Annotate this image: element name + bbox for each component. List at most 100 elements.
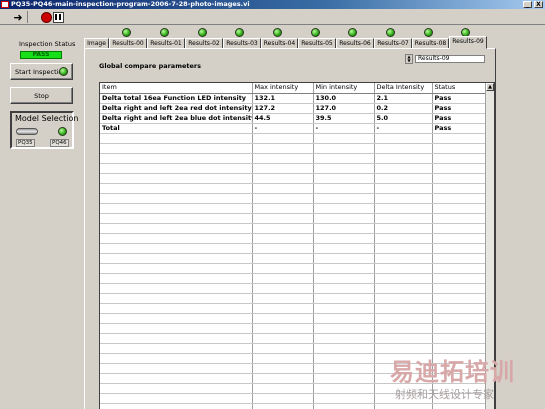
- empty-cell: [313, 343, 375, 354]
- empty-cell: [313, 353, 375, 364]
- close-button[interactable]: X: [534, 1, 543, 8]
- model-option-pq35[interactable]: PQ35: [16, 139, 35, 147]
- empty-cell: [252, 353, 314, 364]
- empty-cell: [100, 383, 253, 394]
- run-arrow-icon: ➜: [13, 10, 23, 24]
- empty-cell: [100, 303, 253, 314]
- empty-cell: [100, 363, 253, 374]
- empty-cell: [100, 143, 253, 154]
- empty-table-row: [100, 213, 487, 224]
- panel-title: Global compare parameters: [99, 62, 201, 70]
- empty-cell: [252, 333, 314, 344]
- pause-button[interactable]: [52, 11, 64, 23]
- empty-cell: [313, 313, 375, 324]
- empty-cell: [100, 393, 253, 404]
- model-option-pq46[interactable]: PQ46: [50, 139, 69, 147]
- empty-cell: [313, 203, 375, 214]
- empty-cell: [313, 363, 375, 374]
- empty-cell: [252, 383, 314, 394]
- table-row: Total - - - Pass: [100, 123, 487, 134]
- empty-cell: [374, 263, 433, 274]
- minimize-button[interactable]: _: [523, 1, 532, 8]
- col-header-status: Status: [432, 83, 487, 94]
- empty-table-row: [100, 253, 487, 264]
- empty-cell: [432, 323, 487, 334]
- empty-cell: [252, 253, 314, 264]
- cell-min: -: [313, 123, 375, 134]
- run-button[interactable]: ➜: [12, 11, 24, 23]
- empty-cell: [252, 283, 314, 294]
- empty-cell: [313, 163, 375, 174]
- empty-cell: [252, 133, 314, 144]
- empty-cell: [100, 233, 253, 244]
- col-header-item: Item: [100, 83, 253, 94]
- empty-cell: [374, 313, 433, 324]
- selector-spin-icon[interactable]: ▲ ▼: [405, 54, 413, 64]
- table-row: Delta right and left 2ea blue dot intens…: [100, 113, 487, 124]
- empty-cell: [432, 303, 487, 314]
- col-header-max-intensity: Max intensity: [252, 83, 314, 94]
- scroll-up-arrow-icon[interactable]: ▲: [486, 83, 494, 91]
- empty-cell: [313, 233, 375, 244]
- empty-cell: [313, 143, 375, 154]
- model-selection-title: Model Selection: [15, 114, 79, 123]
- start-inspection-button[interactable]: Start Inspection: [10, 63, 73, 80]
- empty-cell: [252, 153, 314, 164]
- empty-cell: [313, 403, 375, 409]
- selector-value: Results-09: [415, 55, 485, 63]
- empty-cell: [432, 223, 487, 234]
- empty-cell: [252, 143, 314, 154]
- empty-cell: [432, 263, 487, 274]
- abort-button[interactable]: [40, 11, 52, 23]
- empty-cell: [313, 273, 375, 284]
- empty-cell: [252, 163, 314, 174]
- empty-table-row: [100, 163, 487, 174]
- cell-delta: 2.1: [374, 93, 433, 104]
- empty-cell: [432, 213, 487, 224]
- empty-cell: [374, 173, 433, 184]
- empty-cell: [374, 223, 433, 234]
- empty-cell: [432, 173, 487, 184]
- empty-cell: [252, 363, 314, 374]
- empty-table-row: [100, 293, 487, 304]
- empty-cell: [432, 313, 487, 324]
- abort-icon: [40, 11, 52, 23]
- empty-cell: [374, 133, 433, 144]
- empty-cell: [252, 313, 314, 324]
- empty-cell: [100, 283, 253, 294]
- cell-max: -: [252, 123, 314, 134]
- empty-cell: [100, 343, 253, 354]
- toolbar-separator: [27, 11, 28, 23]
- empty-cell: [374, 253, 433, 264]
- empty-cell: [432, 153, 487, 164]
- tab-results-09[interactable]: Results-09: [449, 36, 487, 49]
- cell-min: 127.0: [313, 103, 375, 114]
- cell-max: 132.1: [252, 93, 314, 104]
- empty-cell: [252, 263, 314, 274]
- empty-cell: [313, 323, 375, 334]
- empty-table-row: [100, 193, 487, 204]
- empty-cell: [432, 143, 487, 154]
- empty-cell: [100, 253, 253, 264]
- empty-cell: [374, 163, 433, 174]
- stop-button[interactable]: Stop: [10, 87, 73, 104]
- empty-cell: [313, 243, 375, 254]
- model-switch[interactable]: [16, 128, 38, 135]
- empty-cell: [252, 233, 314, 244]
- empty-table-row: [100, 203, 487, 214]
- empty-table-row: [100, 403, 487, 409]
- empty-cell: [313, 283, 375, 294]
- empty-cell: [313, 293, 375, 304]
- stop-label: Stop: [34, 91, 49, 100]
- empty-cell: [313, 373, 375, 384]
- empty-table-row: [100, 313, 487, 324]
- empty-cell: [374, 323, 433, 334]
- results-selector[interactable]: ▲ ▼ Results-09: [405, 54, 485, 64]
- cell-status: Pass: [432, 113, 487, 124]
- results-06-led-icon: [348, 28, 357, 37]
- empty-cell: [432, 163, 487, 174]
- empty-cell: [100, 403, 253, 409]
- empty-cell: [432, 233, 487, 244]
- empty-table-row: [100, 283, 487, 294]
- empty-cell: [252, 173, 314, 184]
